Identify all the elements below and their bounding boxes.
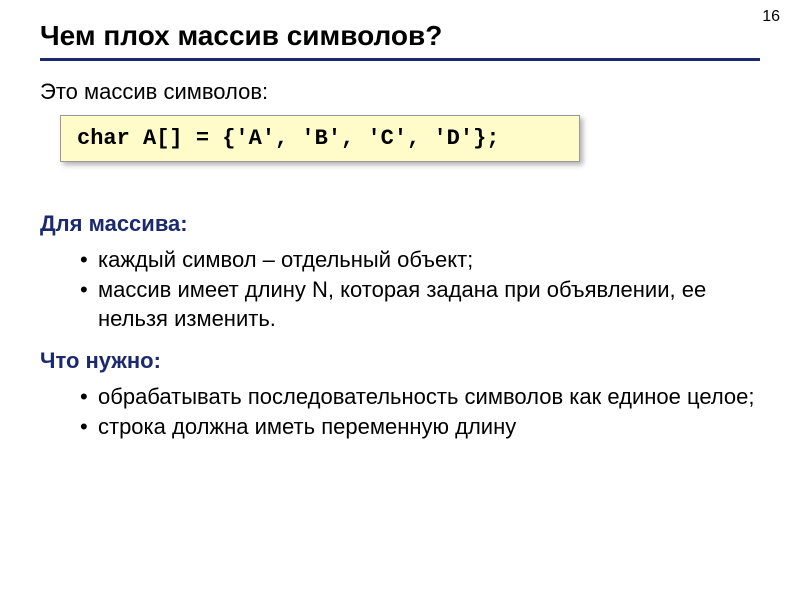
slide-title: Чем плох массив символов? [40,20,760,52]
list-item: обрабатывать последовательность символов… [80,382,760,412]
list-item: массив имеет длину N, которая задана при… [80,275,760,334]
bullet-list-1: каждый символ – отдельный объект; массив… [40,245,760,334]
title-underline [40,58,760,61]
page-number: 16 [762,8,780,26]
list-item: каждый символ – отдельный объект; [80,245,760,275]
section-header-2: Что нужно: [40,348,760,374]
code-block: char A[] = {'A', 'B', 'C', 'D'}; [60,115,580,162]
bullet-list-2: обрабатывать последовательность символов… [40,382,760,441]
list-item: строка должна иметь переменную длину [80,412,760,442]
subtitle-text: Это массив символов: [40,79,760,105]
section-header-1: Для массива: [40,211,760,237]
